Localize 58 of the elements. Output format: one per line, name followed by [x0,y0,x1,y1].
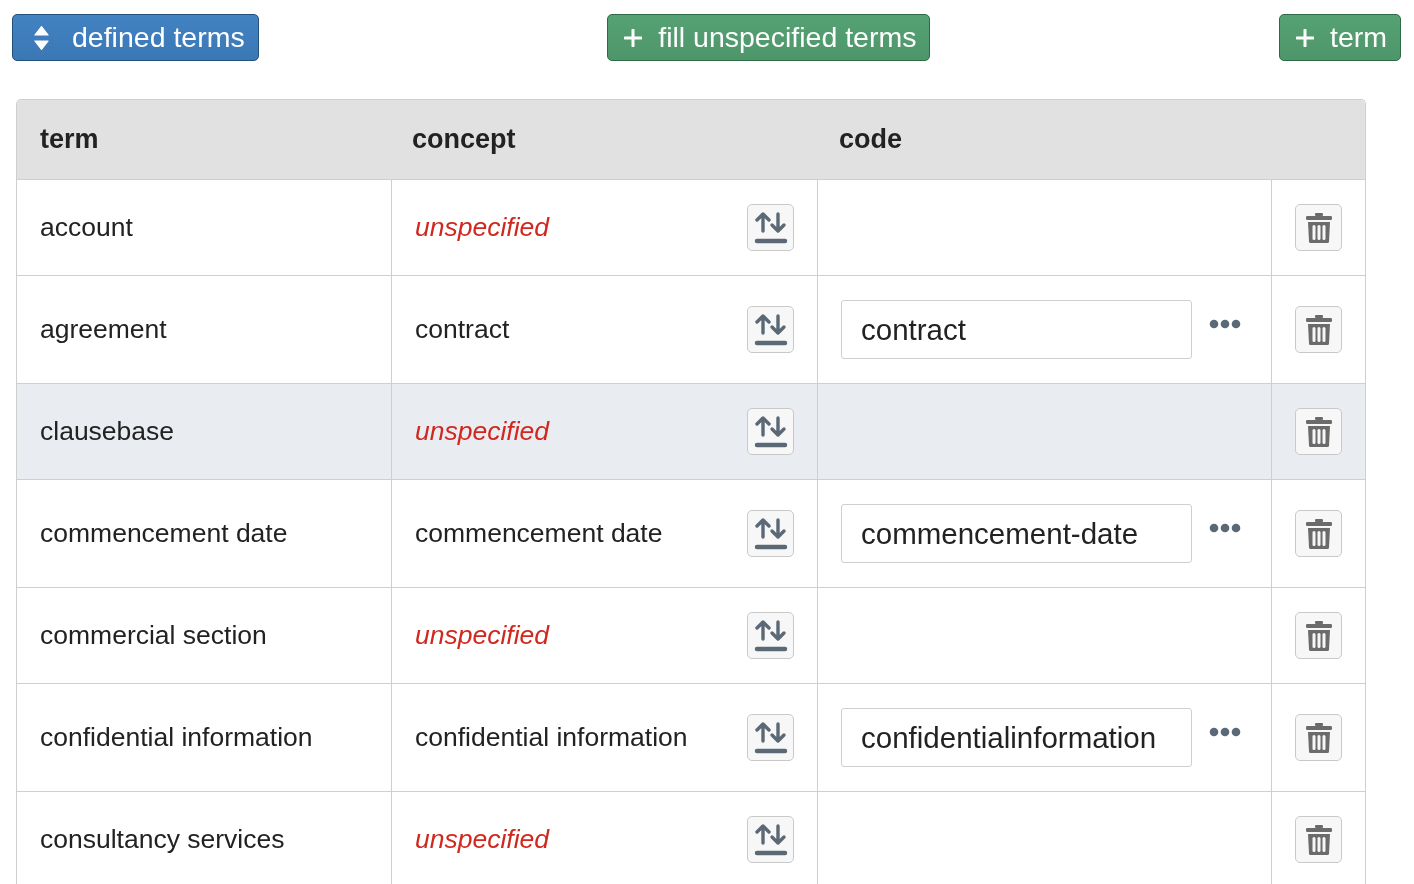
swap-button[interactable] [747,204,794,251]
more-button[interactable] [1209,726,1241,737]
column-header: code [838,123,904,156]
up-down-arrows-icon [753,618,788,653]
more-icon [1209,318,1241,329]
delete-button[interactable] [1295,204,1342,251]
plus-icon [624,28,643,47]
more-icon [1209,726,1241,737]
concept-text: confidential information [415,722,688,753]
delete-button[interactable] [1295,816,1342,863]
concept-text: unspecified [415,620,550,651]
concept-text: unspecified [415,416,550,447]
term-text: agreement [40,314,167,345]
concept-text: unspecified [415,212,550,243]
sort-icon [33,25,50,50]
concept-text: commencement date [415,518,663,549]
swap-button[interactable] [747,510,794,557]
up-down-arrows-icon [753,516,788,551]
delete-button[interactable] [1295,612,1342,659]
code-input[interactable]: commencement-date [841,504,1192,563]
trash-icon [1305,518,1332,549]
code-input[interactable]: contract [841,300,1192,359]
term-text: commencement date [40,518,288,549]
delete-button[interactable] [1295,408,1342,455]
term-text: consultancy services [40,824,285,855]
more-icon [1209,522,1241,533]
sort-button[interactable]: defined terms [12,14,259,61]
term-text: commercial section [40,620,267,651]
term-text: confidential information [40,722,313,753]
swap-button[interactable] [747,408,794,455]
term-text: account [40,212,133,243]
trash-icon [1305,824,1332,855]
trash-icon [1305,314,1332,345]
swap-button[interactable] [747,714,794,761]
swap-button[interactable] [747,816,794,863]
swap-button[interactable] [747,306,794,353]
delete-button[interactable] [1295,714,1342,761]
concept-text: contract [415,314,510,345]
up-down-arrows-icon [753,414,788,449]
up-down-arrows-icon [753,822,788,857]
column-header: term [39,123,100,156]
concept-text: unspecified [415,824,550,855]
up-down-arrows-icon [753,312,788,347]
column-header: concept [411,123,517,156]
trash-icon [1305,722,1332,753]
swap-button[interactable] [747,612,794,659]
trash-icon [1305,620,1332,651]
code-input[interactable]: confidentialinformation [841,708,1192,767]
delete-button[interactable] [1295,306,1342,353]
up-down-arrows-icon [753,210,788,245]
trash-icon [1305,212,1332,243]
more-button[interactable] [1209,522,1241,533]
up-down-arrows-icon [753,720,788,755]
plus-icon [1296,28,1314,47]
term-text: clausebase [40,416,175,447]
trash-icon [1305,416,1332,447]
delete-button[interactable] [1295,510,1342,557]
more-button[interactable] [1209,318,1241,329]
